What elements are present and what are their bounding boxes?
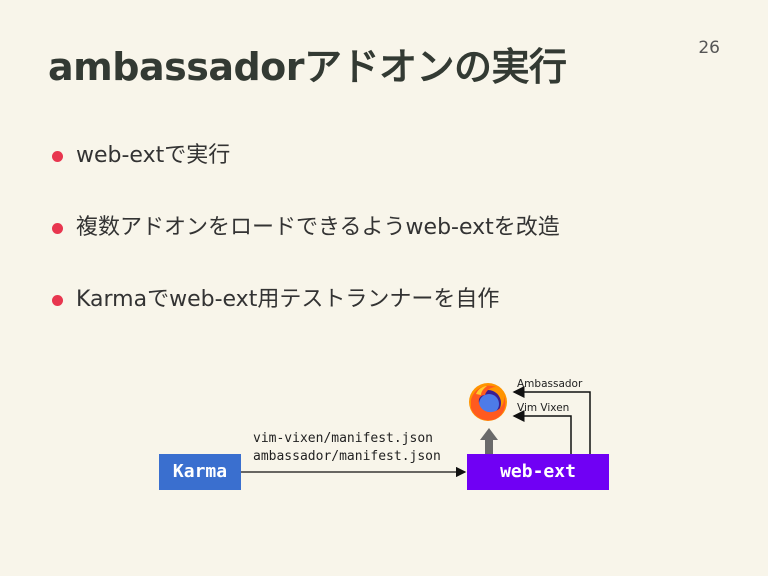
karma-box: Karma: [159, 454, 241, 490]
vimvixen-label: Vim Vixen: [517, 402, 570, 414]
diagram-connectors: [241, 386, 591, 478]
firefox-icon: [469, 383, 507, 421]
manifest-label-2: ambassador/manifest.json: [253, 449, 441, 464]
vimvixen-load-line: [512, 410, 572, 454]
manifest-label-1: vim-vixen/manifest.json: [253, 431, 434, 446]
webext-box: web-ext: [467, 454, 609, 490]
ambassador-label: Ambassador: [517, 378, 583, 390]
webext-to-browser-arrow: [480, 428, 498, 454]
